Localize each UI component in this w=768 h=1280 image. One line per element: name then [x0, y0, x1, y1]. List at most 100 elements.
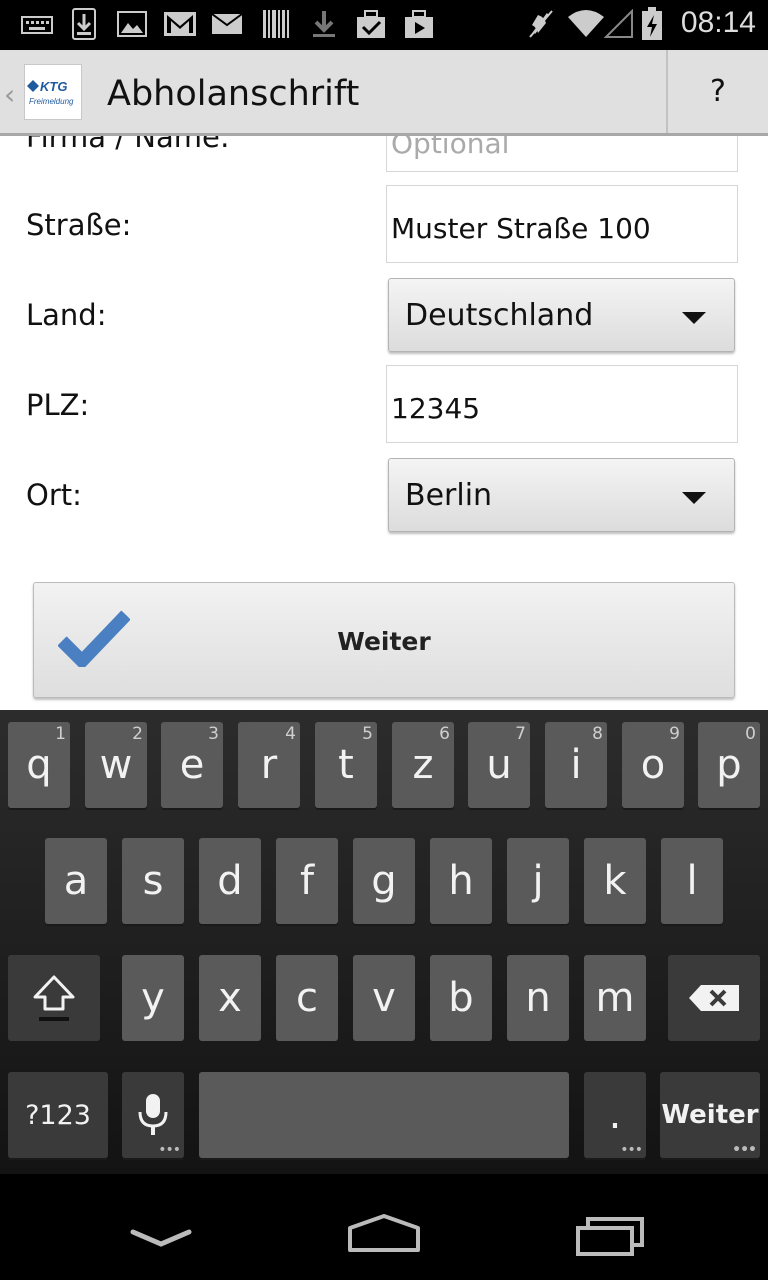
- backspace-key[interactable]: [668, 955, 760, 1041]
- key-number: 0: [745, 724, 756, 744]
- soft-keyboard: q1 w2 e3 r4 t5 z6 u7 i8 o9 p0 a s d f g …: [0, 710, 768, 1174]
- key-char: p: [716, 742, 742, 788]
- mail-icon: [210, 8, 244, 40]
- back-chevron-icon[interactable]: ‹: [4, 78, 15, 111]
- key-x[interactable]: x: [199, 955, 261, 1041]
- weiter-label: Weiter: [337, 627, 431, 656]
- key-number: 4: [285, 724, 296, 744]
- key-c[interactable]: c: [276, 955, 338, 1041]
- checklist-icon: [354, 8, 388, 40]
- logo-text: KTG: [40, 79, 68, 94]
- keyboard-icon: [20, 8, 54, 40]
- period-label: .: [608, 1092, 622, 1138]
- key-char: s: [142, 858, 164, 904]
- key-char: h: [448, 858, 474, 904]
- key-char: w: [99, 742, 133, 788]
- ort-value: Berlin: [405, 478, 493, 513]
- plz-label: PLZ:: [26, 388, 90, 422]
- key-char: e: [179, 742, 205, 788]
- key-u[interactable]: u7: [468, 722, 530, 808]
- key-z[interactable]: z6: [392, 722, 454, 808]
- keyboard-action-key[interactable]: Weiter •••: [660, 1072, 760, 1158]
- key-number: 7: [515, 724, 526, 744]
- keyboard-action-label: Weiter: [661, 1100, 759, 1130]
- ort-dropdown[interactable]: Berlin: [388, 458, 735, 532]
- key-number: 3: [208, 724, 219, 744]
- ort-label: Ort:: [26, 478, 82, 512]
- key-q[interactable]: q1: [8, 722, 70, 808]
- key-char: y: [141, 975, 165, 1021]
- key-number: 6: [439, 724, 450, 744]
- key-char: a: [63, 858, 89, 904]
- key-v[interactable]: v: [353, 955, 415, 1041]
- shift-key[interactable]: [8, 955, 100, 1041]
- mute-icon: [524, 8, 558, 40]
- help-button[interactable]: ?: [668, 50, 768, 133]
- recent-apps-icon[interactable]: [574, 1216, 646, 1256]
- plz-value: 12345: [391, 392, 481, 425]
- key-e[interactable]: e3: [161, 722, 223, 808]
- voice-input-key[interactable]: •••: [122, 1072, 184, 1158]
- key-char: c: [296, 975, 318, 1021]
- firma-label: Firma / Name:: [26, 136, 230, 154]
- navigation-bar: [0, 1174, 768, 1280]
- plz-field[interactable]: 12345: [386, 365, 738, 443]
- key-a[interactable]: a: [45, 838, 107, 924]
- key-number: 9: [669, 724, 680, 744]
- key-p[interactable]: p0: [698, 722, 760, 808]
- key-number: 8: [592, 724, 603, 744]
- key-k[interactable]: k: [584, 838, 646, 924]
- download-icon: [70, 8, 98, 40]
- key-char: o: [640, 742, 666, 788]
- key-char: l: [686, 858, 698, 904]
- key-w[interactable]: w2: [85, 722, 147, 808]
- key-char: d: [217, 858, 243, 904]
- key-char: z: [412, 742, 434, 788]
- key-h[interactable]: h: [430, 838, 492, 924]
- key-char: r: [260, 742, 278, 788]
- space-key[interactable]: [199, 1072, 569, 1158]
- key-char: u: [486, 742, 512, 788]
- key-char: j: [532, 858, 544, 904]
- key-o[interactable]: o9: [622, 722, 684, 808]
- backspace-icon: [689, 985, 739, 1011]
- weiter-button[interactable]: Weiter: [33, 582, 735, 698]
- key-f[interactable]: f: [276, 838, 338, 924]
- battery-charging-icon: [640, 7, 664, 40]
- key-char: g: [371, 858, 397, 904]
- key-l[interactable]: l: [661, 838, 723, 924]
- firma-field[interactable]: Optional: [386, 136, 738, 172]
- help-label: ?: [710, 74, 726, 109]
- symbols-key[interactable]: ?123: [8, 1072, 108, 1158]
- strasse-field[interactable]: Muster Straße 100: [386, 185, 738, 263]
- key-n[interactable]: n: [507, 955, 569, 1041]
- key-s[interactable]: s: [122, 838, 184, 924]
- microphone-icon: [138, 1094, 168, 1135]
- dropdown-caret-icon: [682, 312, 706, 324]
- home-icon[interactable]: [346, 1212, 422, 1254]
- key-j[interactable]: j: [507, 838, 569, 924]
- hide-keyboard-icon[interactable]: [130, 1226, 192, 1248]
- download-icon: [310, 8, 338, 40]
- key-y[interactable]: y: [122, 955, 184, 1041]
- key-m[interactable]: m: [584, 955, 646, 1041]
- key-b[interactable]: b: [430, 955, 492, 1041]
- image-icon: [116, 8, 148, 40]
- dropdown-caret-icon: [682, 492, 706, 504]
- more-dots-icon: •••: [620, 1142, 643, 1158]
- key-g[interactable]: g: [353, 838, 415, 924]
- barcode-icon: [262, 8, 290, 40]
- land-dropdown[interactable]: Deutschland: [388, 278, 735, 352]
- key-r[interactable]: r4: [238, 722, 300, 808]
- key-char: i: [570, 742, 582, 788]
- app-logo[interactable]: KTG Freimeldung: [24, 64, 82, 120]
- land-label: Land:: [26, 298, 107, 332]
- key-i[interactable]: i8: [545, 722, 607, 808]
- key-char: q: [26, 742, 52, 788]
- action-bar: ‹ KTG Freimeldung Abholanschrift ?: [0, 50, 768, 136]
- period-key[interactable]: . •••: [584, 1072, 646, 1158]
- key-char: m: [595, 975, 635, 1021]
- key-d[interactable]: d: [199, 838, 261, 924]
- key-t[interactable]: t5: [315, 722, 377, 808]
- land-value: Deutschland: [405, 298, 594, 333]
